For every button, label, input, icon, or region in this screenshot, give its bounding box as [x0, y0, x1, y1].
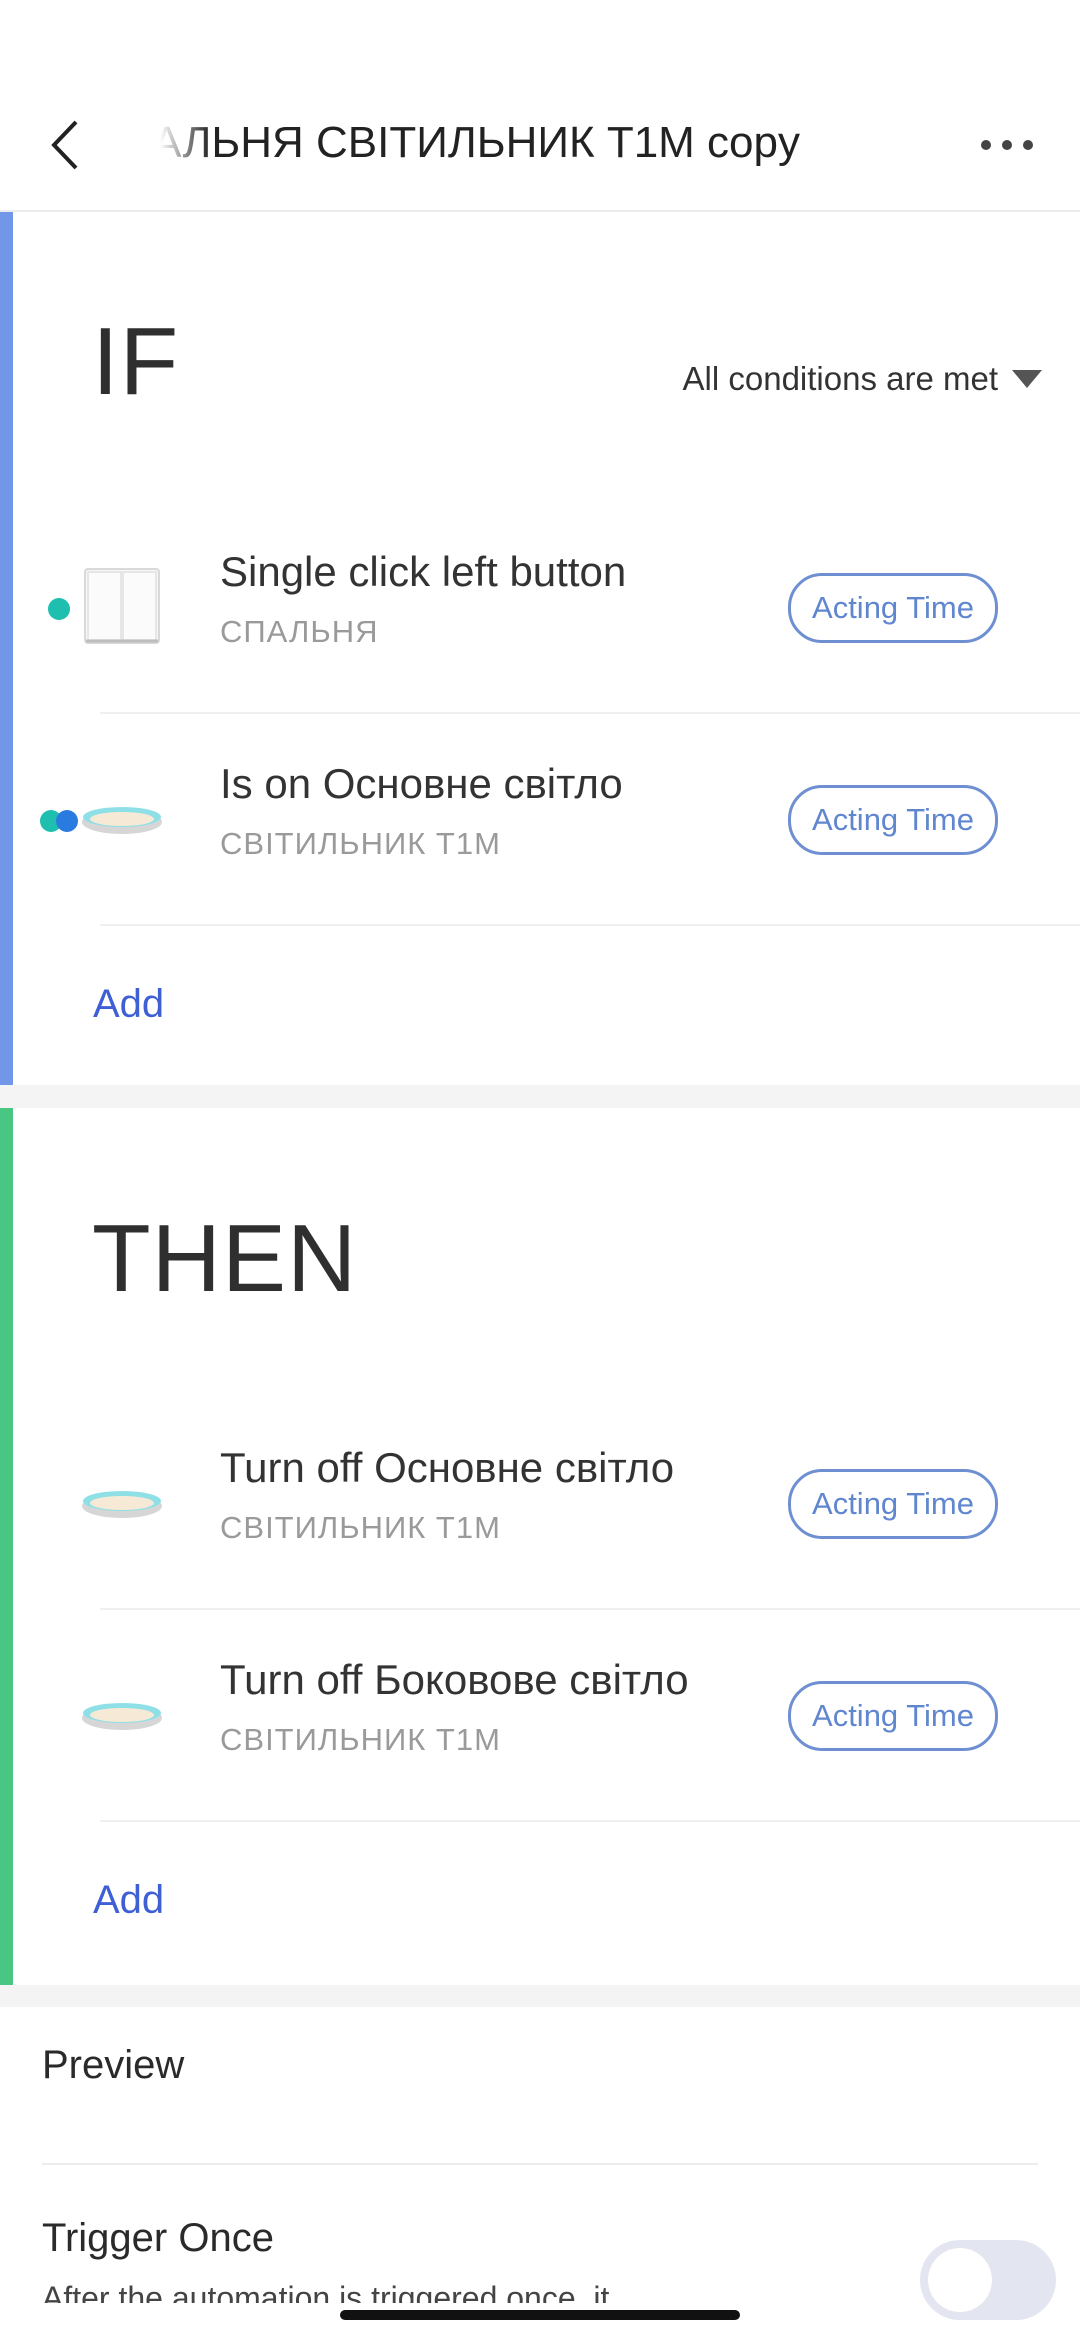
if-label: IF — [92, 308, 180, 415]
condition-title: Single click left button — [220, 548, 627, 595]
more-options-button[interactable] — [975, 120, 1039, 170]
then-label: THEN — [92, 1205, 358, 1312]
section-gap — [0, 1085, 1080, 1108]
preview-row[interactable]: Preview — [0, 2007, 1080, 2165]
add-action-link[interactable]: Add — [93, 1878, 164, 1923]
if-condition-row[interactable]: Single click left button СПАЛЬНЯ Acting … — [0, 502, 1080, 714]
section-gap — [0, 1985, 1080, 2007]
ceiling-light-icon — [82, 1703, 162, 1730]
top-bar: ПАЛЬНЯ СВІТИЛЬНИК T1M copy — [0, 0, 1080, 212]
status-dot-icon — [56, 810, 78, 832]
ceiling-light-icon — [82, 807, 162, 834]
acting-time-button[interactable]: Acting Time — [788, 1469, 998, 1539]
action-subtitle: СВІТИЛЬНИК T1M — [220, 1722, 501, 1757]
condition-mode-label: All conditions are met — [682, 360, 998, 397]
if-section: IF All conditions are met Single click l… — [0, 212, 1080, 1085]
trigger-once-desc-clip: After the automation is triggered once, … — [0, 2280, 900, 2303]
preview-label: Preview — [42, 2043, 185, 2087]
condition-mode-dropdown[interactable]: All conditions are met — [683, 360, 1042, 398]
dropdown-triangle-icon — [1012, 370, 1042, 388]
then-action-row[interactable]: Turn off Основне світло СВІТИЛЬНИК T1M A… — [0, 1398, 1080, 1610]
acting-time-button[interactable]: Acting Time — [788, 785, 998, 855]
action-subtitle: СВІТИЛЬНИК T1M — [220, 1510, 501, 1545]
page-title: ПАЛЬНЯ СВІТИЛЬНИК T1M copy — [160, 118, 800, 167]
trigger-once-description: After the automation is triggered once, … — [42, 2280, 610, 2303]
row-divider — [100, 924, 1080, 926]
home-indicator[interactable] — [340, 2310, 740, 2320]
title-fade — [160, 110, 210, 180]
add-condition-link[interactable]: Add — [93, 982, 164, 1027]
acting-time-button[interactable]: Acting Time — [788, 573, 998, 643]
row-divider — [42, 2163, 1038, 2165]
trigger-once-toggle[interactable] — [920, 2240, 1056, 2320]
wall-switch-icon — [84, 568, 160, 644]
title-container: ПАЛЬНЯ СВІТИЛЬНИК T1M copy — [160, 110, 820, 180]
condition-title: Is on Основне світло — [220, 760, 623, 807]
chevron-left-icon — [51, 120, 78, 170]
back-button[interactable] — [40, 110, 90, 180]
if-condition-row[interactable]: Is on Основне світло СВІТИЛЬНИК T1M Acti… — [0, 714, 1080, 926]
condition-subtitle: СПАЛЬНЯ — [220, 614, 379, 649]
row-divider — [100, 1820, 1080, 1822]
ceiling-light-icon — [82, 1491, 162, 1518]
then-action-row[interactable]: Turn off Боковове світло СВІТИЛЬНИК T1M … — [0, 1610, 1080, 1822]
action-title: Turn off Основне світло — [220, 1444, 675, 1491]
then-section: THEN Turn off Основне світло СВІТИЛЬНИК … — [0, 1108, 1080, 1985]
status-dot-icon — [48, 598, 70, 620]
trigger-once-label: Trigger Once — [42, 2216, 274, 2260]
more-dots-icon — [981, 140, 1033, 150]
condition-subtitle: СВІТИЛЬНИК T1M — [220, 826, 501, 861]
acting-time-button[interactable]: Acting Time — [788, 1681, 998, 1751]
toggle-knob — [928, 2248, 992, 2312]
action-title: Turn off Боковове світло — [220, 1656, 689, 1703]
